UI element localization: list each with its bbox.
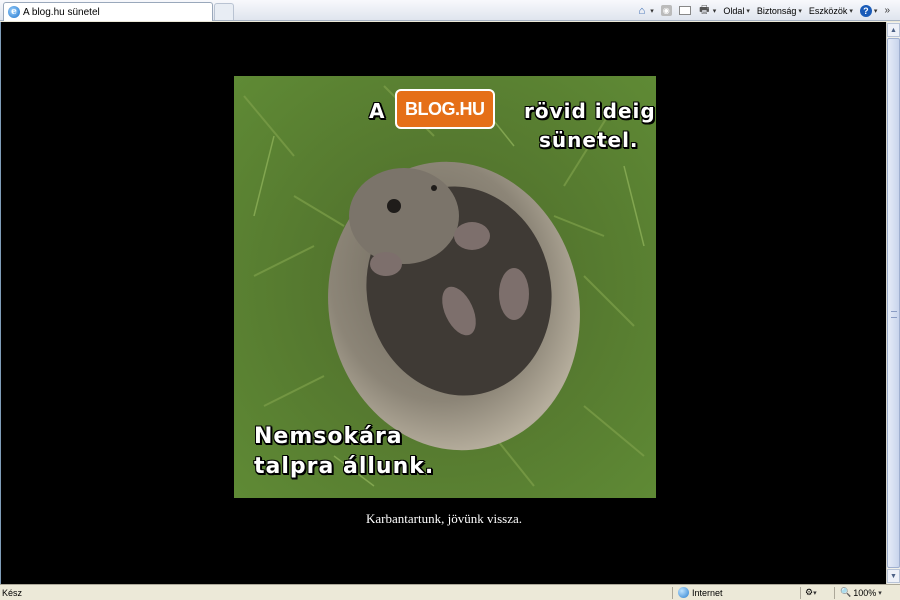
globe-icon xyxy=(678,587,689,598)
home-icon: ⌂ xyxy=(638,4,646,17)
status-separator xyxy=(672,587,673,599)
print-button[interactable]: 🖶 ▾ xyxy=(696,2,719,19)
banner-bottom-line2: talpra állunk. xyxy=(254,454,435,479)
zone-label: Internet xyxy=(692,587,723,598)
maintenance-caption: Karbantartunk, jövünk vissza. xyxy=(366,511,522,526)
chevron-down-icon: ▾ xyxy=(712,7,717,15)
tab-title: A blog.hu sünetel xyxy=(23,6,100,18)
command-bar: ⌂ ▾ ◉ 🖶 ▾ Oldal ▾ Biztonság ▾ Eszközök ▾… xyxy=(633,2,892,19)
scroll-thumb[interactable] xyxy=(887,38,900,568)
chevron-down-icon: ▾ xyxy=(849,7,853,15)
status-bar: Kész Internet ⚙▾ 🔍 100% ▾ xyxy=(0,584,900,600)
chevron-down-icon: ▾ xyxy=(746,7,750,15)
feeds-button[interactable]: ◉ xyxy=(659,2,674,19)
security-zone[interactable]: Internet xyxy=(678,587,723,598)
tools-menu[interactable]: Eszközök ▾ xyxy=(807,2,855,19)
chevron-down-icon: ▾ xyxy=(798,7,802,15)
magnifier-icon: 🔍 xyxy=(840,587,852,597)
gear-icon: ⚙ xyxy=(805,587,814,597)
mail-icon xyxy=(678,6,691,15)
scroll-up-button[interactable]: ▲ xyxy=(887,23,900,37)
banner-text-suffix: rövid ideig xyxy=(524,99,656,123)
page-menu[interactable]: Oldal ▾ xyxy=(721,2,752,19)
status-separator xyxy=(834,587,835,599)
zoom-level: 100% xyxy=(853,587,877,598)
tab-active[interactable]: e A blog.hu sünetel xyxy=(3,2,213,21)
help-button[interactable]: ? ▾ xyxy=(858,2,880,19)
banner-bottom-line1: Nemsokára xyxy=(254,424,403,449)
hedgehog-banner-image: A BLOG.HU rövid ideig sünetel. Nemsokára… xyxy=(234,76,656,498)
tools-menu-label: Eszközök xyxy=(808,5,848,16)
ie-page-icon: e xyxy=(8,6,20,18)
chevron-down-icon: ▾ xyxy=(813,590,817,597)
status-separator xyxy=(800,587,801,599)
scroll-grip xyxy=(891,311,897,318)
protected-mode-button[interactable]: ⚙▾ xyxy=(805,587,817,598)
safety-menu-label: Biztonság xyxy=(756,5,797,16)
printer-icon: 🖶 xyxy=(699,4,710,16)
zoom-button[interactable]: 🔍 100% ▾ xyxy=(840,587,882,598)
new-tab-button[interactable] xyxy=(214,3,234,20)
status-text: Kész xyxy=(2,588,23,598)
browser-toolbar: e A blog.hu sünetel ⌂ ▾ ◉ 🖶 ▾ Oldal ▾ Bi… xyxy=(0,0,900,21)
blog-hu-logo: BLOG.HU xyxy=(395,89,495,129)
chevron-down-icon: ▾ xyxy=(878,589,882,597)
chevron-down-icon: ▾ xyxy=(873,7,878,15)
chevron-down-icon: ▾ xyxy=(650,7,654,15)
more-commands-button[interactable]: » xyxy=(882,2,892,19)
banner-text-prefix: A xyxy=(369,99,386,123)
vertical-scrollbar[interactable]: ▲ ▼ xyxy=(886,22,900,584)
read-mail-button[interactable] xyxy=(677,2,693,19)
page-viewport: A BLOG.HU rövid ideig sünetel. Nemsokára… xyxy=(0,22,886,584)
banner-text-line2: sünetel. xyxy=(539,128,639,152)
safety-menu[interactable]: Biztonság ▾ xyxy=(755,2,804,19)
double-chevron-right-icon: » xyxy=(884,5,890,16)
help-icon: ? xyxy=(859,4,872,17)
page-menu-label: Oldal xyxy=(723,5,745,16)
scroll-down-button[interactable]: ▼ xyxy=(887,569,900,583)
rss-feed-icon: ◉ xyxy=(660,5,672,16)
home-button[interactable]: ⌂ ▾ xyxy=(633,2,656,19)
